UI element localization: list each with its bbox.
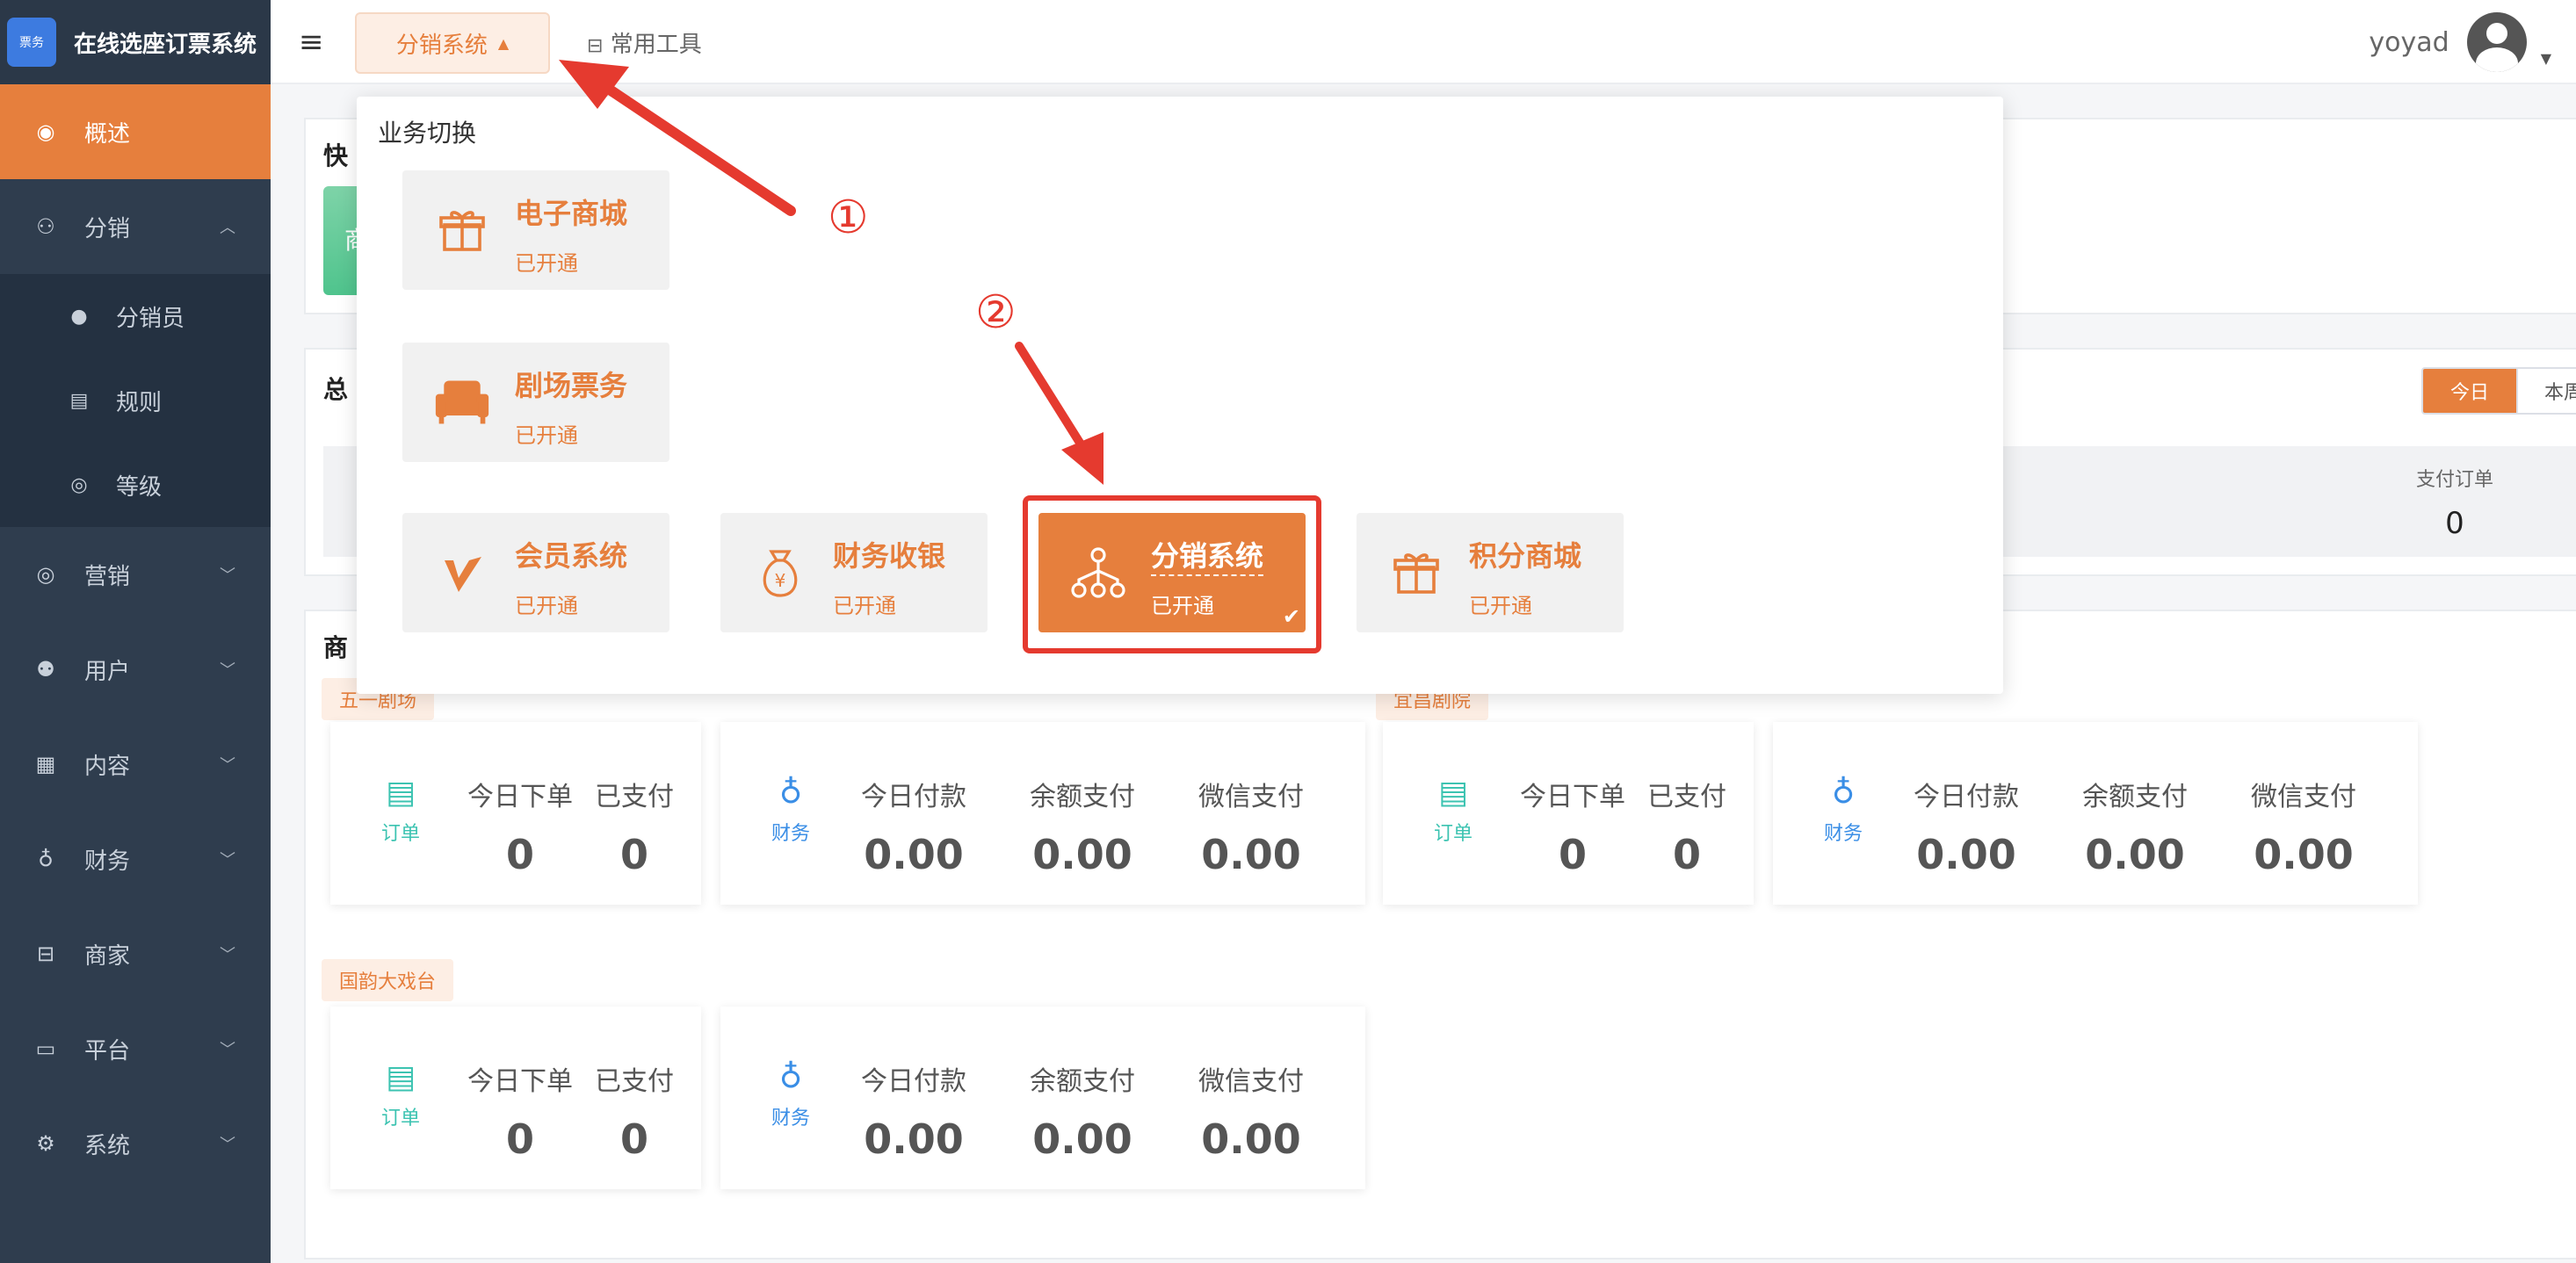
- app-root: 票务 在线选座订票系统 ◉ 概述 ⚇ 分销 ︿ ● 分销员 ▤ 规则 ◎ 等级: [0, 0, 2576, 1263]
- annotation-step-1: ①: [828, 191, 869, 244]
- annotation-arrows: [559, 60, 1103, 485]
- annotation-step-2: ②: [975, 286, 1017, 339]
